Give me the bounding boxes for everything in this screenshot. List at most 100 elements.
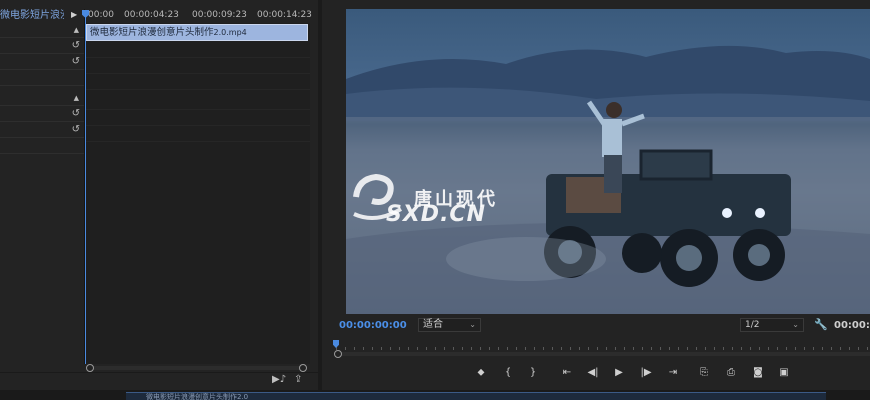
reset-icon[interactable]: ↺ bbox=[72, 39, 80, 53]
ruler-tick bbox=[696, 347, 697, 350]
go-to-out-button[interactable]: ⇥ bbox=[666, 367, 680, 379]
reset-icon[interactable]: ↺ bbox=[72, 107, 80, 121]
ruler-tick bbox=[606, 347, 607, 350]
ruler-tick bbox=[642, 347, 643, 350]
ruler-tick bbox=[669, 347, 670, 350]
ruler-label: 00:00 bbox=[88, 10, 114, 20]
resolution-dropdown[interactable]: 1/2 ⌄ bbox=[740, 318, 804, 332]
ruler-tick bbox=[615, 347, 616, 350]
ruler-tick bbox=[570, 347, 571, 350]
ruler-tick bbox=[687, 347, 688, 350]
program-scrollbar[interactable] bbox=[336, 352, 870, 356]
triangle-up-icon[interactable]: ▲ bbox=[74, 23, 79, 37]
ruler-tick bbox=[417, 347, 418, 350]
ruler-tick bbox=[723, 347, 724, 350]
ruler-tick bbox=[552, 347, 553, 350]
ruler-tick bbox=[354, 347, 355, 350]
chevron-down-icon: ⌄ bbox=[792, 320, 799, 329]
chevron-down-icon: ⌄ bbox=[469, 320, 476, 329]
timeline-clip[interactable]: 微电影短片浪漫创意片头制作2.0 bbox=[126, 392, 826, 400]
property-row bbox=[0, 71, 84, 86]
ruler-tick bbox=[444, 347, 445, 350]
program-scroll-handle[interactable] bbox=[334, 350, 342, 358]
effect-timeline-ruler[interactable]: 00:00 00:00:04:23 00:00:09:23 00:00:14:2… bbox=[85, 9, 312, 23]
ruler-tick bbox=[399, 347, 400, 350]
ruler-tick bbox=[660, 347, 661, 350]
desert-foreground bbox=[346, 222, 870, 314]
ruler-tick bbox=[795, 347, 796, 350]
ruler-tick bbox=[597, 347, 598, 350]
dust-cloud bbox=[446, 237, 606, 281]
ruler-tick bbox=[561, 347, 562, 350]
resolution-value: 1/2 bbox=[745, 320, 760, 330]
video-preview[interactable]: 唐山现代 SXD.CN bbox=[346, 9, 870, 314]
step-forward-button[interactable]: |▶ bbox=[639, 367, 653, 379]
ruler-tick bbox=[678, 347, 679, 350]
compare-button[interactable]: ▣ bbox=[777, 367, 791, 379]
play-button[interactable]: ▶ bbox=[612, 367, 626, 379]
ruler-tick bbox=[849, 347, 850, 350]
ruler-tick bbox=[534, 347, 535, 350]
triangle-up-icon[interactable]: ▲ bbox=[74, 91, 79, 105]
property-row[interactable]: ▲ bbox=[0, 23, 84, 38]
ruler-tick bbox=[831, 347, 832, 350]
ruler-tick bbox=[786, 347, 787, 350]
export-icon[interactable]: ⇪ bbox=[294, 374, 302, 385]
step-back-button[interactable]: ◀| bbox=[586, 367, 600, 379]
play-triangle-icon[interactable]: ▶ bbox=[71, 10, 77, 19]
ruler-tick bbox=[651, 347, 652, 350]
insert-button[interactable]: ⎘ bbox=[697, 367, 711, 379]
property-row bbox=[0, 139, 84, 154]
ruler-tick bbox=[372, 347, 373, 350]
reset-icon[interactable]: ↺ bbox=[72, 123, 80, 137]
program-time-ruler[interactable] bbox=[336, 340, 870, 350]
zoom-fit-dropdown[interactable]: 适合 ⌄ bbox=[418, 318, 481, 332]
ruler-tick bbox=[840, 347, 841, 350]
ruler-tick bbox=[768, 347, 769, 350]
ruler-tick bbox=[489, 347, 490, 350]
go-to-in-button[interactable]: ⇤ bbox=[560, 367, 574, 379]
play-audio-icon[interactable]: ▶♪ bbox=[272, 374, 286, 385]
video-frame bbox=[346, 45, 870, 314]
ruler-tick bbox=[624, 347, 625, 350]
property-row[interactable]: ▲ bbox=[0, 91, 84, 106]
property-row[interactable]: ↺ bbox=[0, 123, 84, 138]
export-frame-button[interactable]: ◙ bbox=[751, 367, 765, 379]
ruler-tick bbox=[714, 347, 715, 350]
effect-timeline-scrollbar[interactable] bbox=[88, 366, 304, 370]
ruler-tick bbox=[633, 347, 634, 350]
ruler-tick bbox=[813, 347, 814, 350]
ruler-tick bbox=[516, 347, 517, 350]
scroll-end-handle[interactable] bbox=[299, 364, 307, 372]
reset-icon[interactable]: ↺ bbox=[72, 55, 80, 69]
fit-value: 适合 bbox=[423, 319, 443, 330]
overwrite-button[interactable]: ⎙ bbox=[724, 367, 738, 379]
effect-playhead-line[interactable] bbox=[85, 10, 86, 364]
ruler-label: 00:00:04:23 bbox=[124, 10, 179, 20]
ruler-tick bbox=[822, 347, 823, 350]
wrench-icon[interactable]: 🔧 bbox=[814, 318, 828, 331]
effect-panel-footer bbox=[0, 372, 318, 390]
ruler-tick bbox=[498, 347, 499, 350]
property-row[interactable]: ↺ bbox=[0, 107, 84, 122]
ruler-tick bbox=[543, 347, 544, 350]
mark-out-button[interactable]: } bbox=[526, 367, 540, 379]
effect-timeline-clip[interactable]: 微电影短片浪漫创意片头制作2.0.mp4 bbox=[86, 24, 308, 41]
property-row[interactable]: ↺ bbox=[0, 39, 84, 54]
ruler-tick bbox=[579, 347, 580, 350]
add-marker-button[interactable]: ⬥ bbox=[474, 367, 488, 379]
ruler-tick bbox=[390, 347, 391, 350]
watermark-en: SXD.CN bbox=[386, 202, 486, 227]
ruler-label: 00:00:09:23 bbox=[192, 10, 247, 20]
duration-timecode: 00:00:1 bbox=[834, 320, 870, 331]
mark-in-button[interactable]: { bbox=[501, 367, 515, 379]
playhead-timecode[interactable]: 00:00:00:00 bbox=[339, 320, 407, 331]
effect-clip-name: 微电影短片浪漫创意片头制作2... bbox=[0, 10, 64, 21]
ruler-tick bbox=[507, 347, 508, 350]
ruler-label: 00:00:14:23 bbox=[257, 10, 312, 20]
scroll-start-handle[interactable] bbox=[86, 364, 94, 372]
effect-timeline-area[interactable] bbox=[85, 9, 310, 364]
ruler-tick bbox=[858, 347, 859, 350]
ruler-tick bbox=[525, 347, 526, 350]
property-row[interactable]: ↺ bbox=[0, 55, 84, 70]
